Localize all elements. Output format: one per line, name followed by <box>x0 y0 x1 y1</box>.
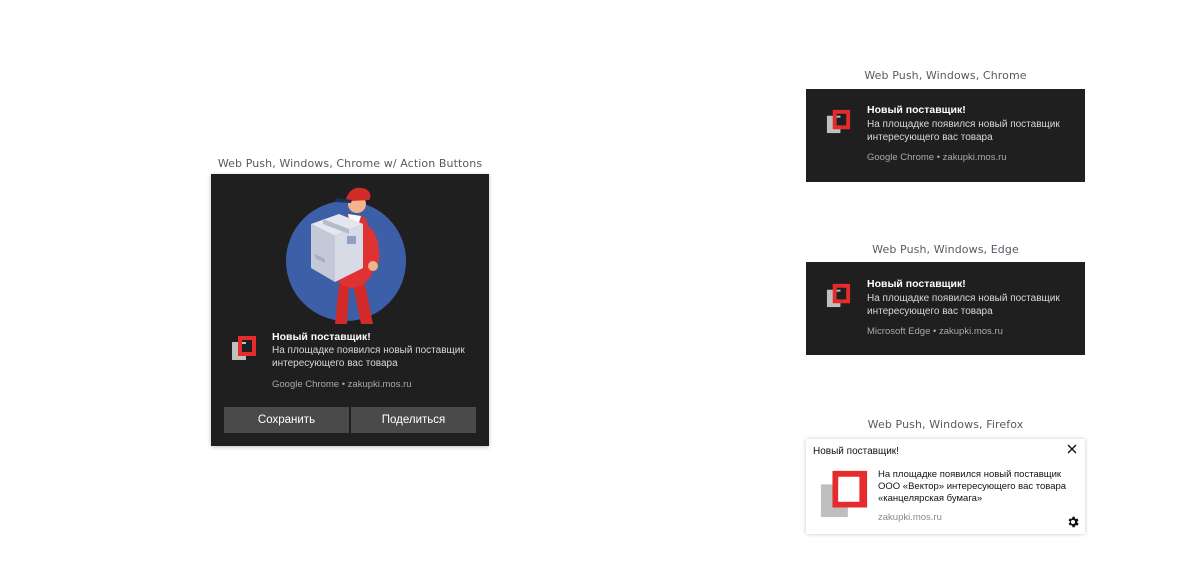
notification-source: Google Chrome • zakupki.mos.ru <box>867 152 1007 163</box>
chrome-notification[interactable]: Новый поставщик! На площадке появился но… <box>806 89 1085 182</box>
edge-notification[interactable]: Новый поставщик! На площадке появился но… <box>806 262 1085 355</box>
notification-body: На площадке появился новый поставщик инт… <box>867 293 1060 317</box>
notification-source: Microsoft Edge • zakupki.mos.ru <box>867 326 1003 337</box>
caption-chrome-actions: Web Push, Windows, Chrome w/ Action Butt… <box>217 157 483 170</box>
firefox-notification[interactable]: Новый поставщик! На площадке появился но… <box>806 439 1085 534</box>
caption-chrome: Web Push, Windows, Chrome <box>864 69 1027 82</box>
zakupki-logo-icon <box>232 336 256 360</box>
notification-source: Google Chrome • zakupki.mos.ru <box>272 379 412 390</box>
caption-firefox: Web Push, Windows, Firefox <box>867 418 1024 431</box>
notification-title: Новый поставщик! <box>272 331 371 343</box>
zakupki-logo-icon <box>820 470 868 518</box>
notification-source: zakupki.mos.ru <box>878 512 942 523</box>
share-button[interactable]: Поделиться <box>351 407 476 433</box>
notification-body: На площадке появился новый поставщик инт… <box>867 119 1060 143</box>
gear-icon[interactable] <box>1066 515 1080 529</box>
chrome-actions-notification[interactable]: Новый поставщик! На площадке появился но… <box>211 174 489 446</box>
caption-edge: Web Push, Windows, Edge <box>872 243 1019 256</box>
notification-title: Новый поставщик! <box>867 278 966 290</box>
save-button[interactable]: Сохранить <box>224 407 349 433</box>
courier-with-box-illustration <box>286 187 406 324</box>
notification-title: Новый поставщик! <box>867 104 966 116</box>
zakupki-logo-icon <box>826 283 851 308</box>
notification-body: На площадке появился новый поставщик ООО… <box>878 469 1067 504</box>
notification-title: Новый поставщик! <box>813 446 899 457</box>
notification-body: На площадке появился новый поставщик инт… <box>272 345 465 369</box>
close-icon[interactable] <box>1065 442 1079 456</box>
zakupki-logo-icon <box>826 109 851 134</box>
